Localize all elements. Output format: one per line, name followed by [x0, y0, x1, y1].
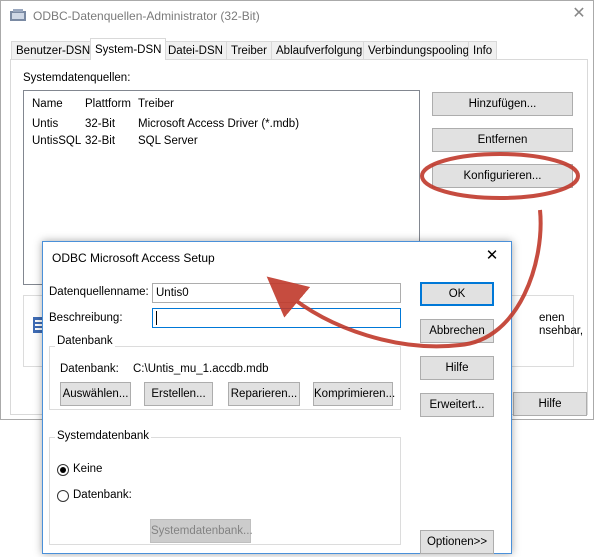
table-row[interactable]: UntisSQL 32-Bit SQL Server [24, 135, 419, 151]
admin-app-icon [10, 9, 26, 23]
database-group-label: Datenbank [55, 335, 115, 347]
setup-title: ODBC Microsoft Access Setup [52, 251, 215, 265]
radio-database-label[interactable]: Datenbank: [73, 489, 132, 501]
admin-title: ODBC-Datenquellen-Administrator (32-Bit) [33, 9, 260, 23]
ok-button[interactable]: OK [420, 282, 494, 306]
column-header-name[interactable]: Name [32, 98, 63, 110]
text-cursor [156, 311, 157, 325]
row-platform: 32-Bit [85, 118, 116, 130]
add-button[interactable]: Hinzufügen... [432, 92, 573, 116]
database-label: Datenbank: [60, 363, 119, 375]
options-button[interactable]: Optionen>> [420, 530, 494, 554]
tab-benutzer-dsn[interactable]: Benutzer-DSN [11, 41, 96, 59]
system-database-group-label: Systemdatenbank [55, 430, 152, 442]
radio-none-label[interactable]: Keine [73, 463, 102, 475]
cancel-button[interactable]: Abbrechen [420, 319, 494, 343]
tab-info[interactable]: Info [468, 41, 498, 59]
system-datasources-label: Systemdatenquellen: [23, 72, 131, 84]
dsn-label: Datenquellenname: [49, 286, 149, 298]
setup-close-icon[interactable]: ✕ [484, 248, 500, 264]
tab-ablaufverfolgung[interactable]: Ablaufverfolgung [271, 41, 368, 59]
row-name: Untis [32, 118, 59, 130]
access-setup-dialog: ODBC Microsoft Access Setup ✕ Datenquell… [42, 241, 512, 554]
row-name: UntisSQL [32, 135, 82, 147]
info-text-right-2: nsehbar, [539, 325, 584, 337]
select-database-button[interactable]: Auswählen... [60, 382, 131, 406]
row-driver: Microsoft Access Driver (*.mdb) [138, 118, 300, 130]
advanced-button[interactable]: Erweitert... [420, 393, 494, 417]
admin-close-icon[interactable]: ✕ [571, 6, 587, 22]
description-input[interactable] [152, 308, 401, 328]
radio-none[interactable] [57, 464, 69, 476]
tab-treiber[interactable]: Treiber [226, 41, 272, 59]
create-database-button[interactable]: Erstellen... [144, 382, 213, 406]
row-platform: 32-Bit [85, 135, 116, 147]
repair-database-button[interactable]: Reparieren... [228, 382, 300, 406]
column-header-platform[interactable]: Plattform [85, 98, 131, 110]
configure-button[interactable]: Konfigurieren... [432, 164, 573, 188]
tab-datei-dsn[interactable]: Datei-DSN [163, 41, 228, 59]
radio-database[interactable] [57, 490, 69, 502]
system-database-button[interactable]: Systemdatenbank... [150, 519, 253, 543]
remove-button[interactable]: Entfernen [432, 128, 573, 152]
column-header-driver[interactable]: Treiber [138, 98, 174, 110]
tab-system-dsn[interactable]: System-DSN [90, 38, 167, 60]
admin-help-button[interactable]: Hilfe [513, 392, 587, 416]
compact-database-button[interactable]: Komprimieren... [313, 382, 395, 406]
description-label: Beschreibung: [49, 312, 123, 324]
table-row[interactable]: Untis 32-Bit Microsoft Access Driver (*.… [24, 118, 419, 134]
database-path: C:\Untis_mu_1.accdb.mdb [133, 363, 269, 375]
tab-verbindungspooling[interactable]: Verbindungspooling [363, 41, 475, 59]
info-text-right-1: enen [539, 312, 565, 324]
row-driver: SQL Server [138, 135, 198, 147]
dsn-input[interactable]: Untis0 [152, 283, 401, 303]
setup-help-button[interactable]: Hilfe [420, 356, 494, 380]
